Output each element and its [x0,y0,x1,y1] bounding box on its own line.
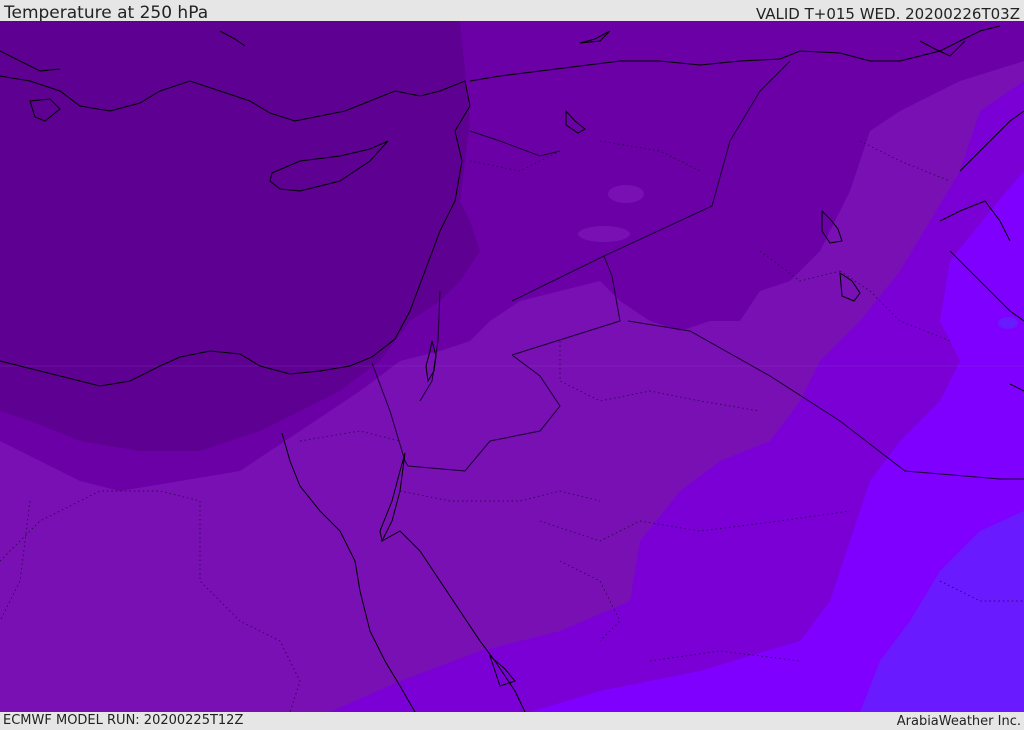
map-canvas[interactable] [0,21,1024,712]
map-title: Temperature at 250 hPa [4,3,209,23]
model-run: ECMWF MODEL RUN: 20200225T12Z [3,713,244,728]
cool-spot-2 [578,226,630,242]
temperature-map[interactable] [0,21,1024,712]
footer-bar: ECMWF MODEL RUN: 20200225T12Z ArabiaWeat… [0,712,1024,729]
cool-spot-1 [608,185,644,203]
header-bar: Temperature at 250 hPa VALID T+015 WED. … [0,0,1024,23]
warm-spot [998,317,1018,329]
credit-text: ArabiaWeather Inc. [896,714,1021,729]
